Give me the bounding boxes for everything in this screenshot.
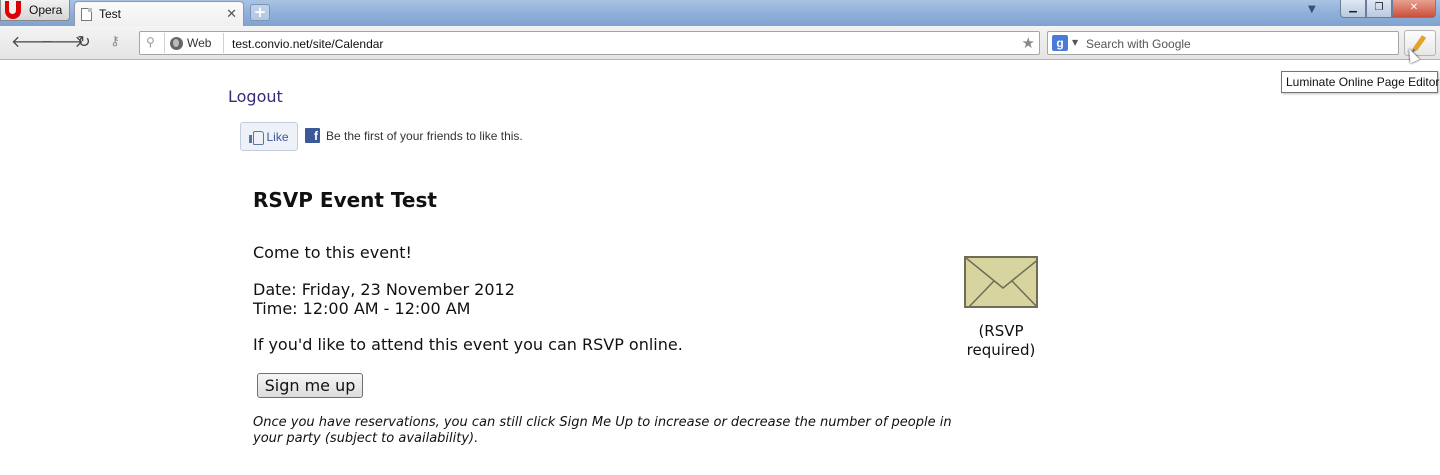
location-pin-icon[interactable]: ⚲ — [146, 35, 155, 49]
event-description: Come to this event! — [253, 243, 412, 262]
page-icon — [81, 7, 92, 21]
tab-list-chevron-down-icon[interactable]: ▼ — [1308, 4, 1316, 15]
search-bar: g ▼ — [1047, 31, 1399, 55]
event-time: Time: 12:00 AM - 12:00 AM — [253, 299, 471, 318]
navigation-toolbar: 🡐 🡒 ↻ ⚷ ⚲ Web ★ g ▼ — [0, 26, 1440, 60]
minimize-button[interactable]: ▁ — [1340, 0, 1366, 18]
google-icon[interactable]: g — [1052, 35, 1068, 51]
globe-icon — [170, 36, 183, 50]
like-social-text: Be the first of your friends to like thi… — [326, 129, 523, 143]
tab-title: Test — [99, 7, 122, 21]
event-title: RSVP Event Test — [253, 188, 437, 212]
envelope-icon — [964, 256, 1038, 308]
event-date: Date: Friday, 23 November 2012 — [253, 280, 515, 299]
back-arrow-icon[interactable]: 🡐 — [11, 33, 54, 51]
opera-menu-button[interactable]: Opera — [0, 0, 70, 21]
facebook-icon: f — [305, 128, 320, 143]
url-input[interactable] — [232, 35, 1012, 52]
star-icon[interactable]: ★ — [1022, 34, 1035, 52]
address-bar: ⚲ Web ★ — [139, 31, 1040, 55]
forward-arrow-icon[interactable]: 🡒 — [41, 33, 84, 51]
search-input[interactable] — [1086, 35, 1386, 52]
window-controls: ▁ ❐ ✕ — [1340, 0, 1436, 18]
reload-icon[interactable]: ↻ — [74, 33, 94, 51]
restore-button[interactable]: ❐ — [1366, 0, 1392, 18]
new-tab-button[interactable]: + — [250, 4, 270, 21]
title-bar: Opera Test ✕ + ▼ ▁ ❐ ✕ — [0, 0, 1440, 26]
sign-me-up-button[interactable]: Sign me up — [257, 373, 363, 398]
tab-close-icon[interactable]: ✕ — [226, 6, 237, 22]
extension-tooltip: Luminate Online Page Editor — [1281, 71, 1439, 93]
search-engine-chevron-down-icon[interactable]: ▼ — [1072, 38, 1078, 47]
close-window-button[interactable]: ✕ — [1392, 0, 1436, 18]
rsvp-instructions: If you'd like to attend this event you c… — [253, 335, 683, 354]
facebook-like-button[interactable]: Like — [240, 122, 298, 151]
thumbs-up-icon — [249, 130, 265, 145]
site-info-badge[interactable]: Web — [164, 33, 224, 53]
rsvp-required-label: (RSVP required) — [966, 322, 1036, 359]
reservation-note: Once you have reservations, you can stil… — [253, 415, 952, 446]
tab-test[interactable]: Test ✕ — [74, 1, 244, 26]
key-icon[interactable]: ⚷ — [105, 33, 125, 51]
opera-menu-label: Opera — [29, 3, 63, 17]
opera-logo-icon — [5, 1, 21, 19]
like-label: Like — [266, 129, 289, 144]
site-info-label: Web — [187, 36, 212, 50]
logout-link[interactable]: Logout — [228, 87, 283, 106]
